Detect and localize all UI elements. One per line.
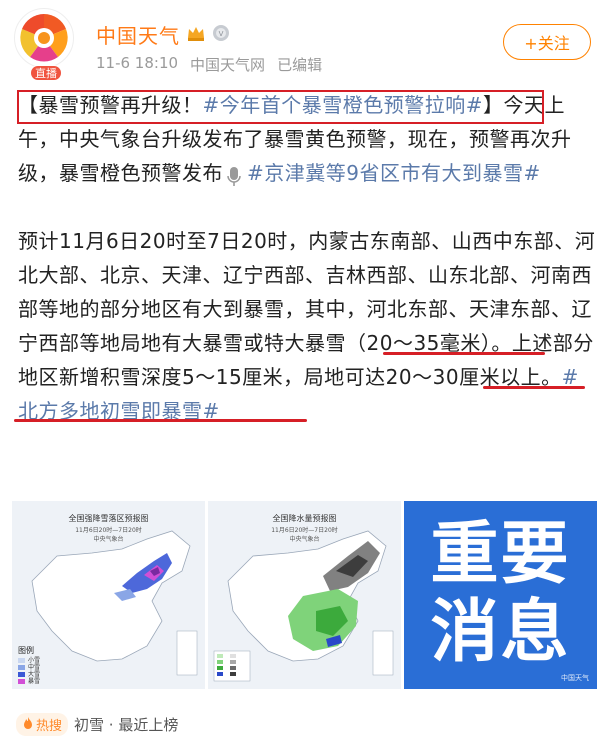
live-badge: 直播 <box>30 65 62 81</box>
legend-item: 暴雪 <box>18 678 40 685</box>
follow-button[interactable]: +关注 <box>503 24 591 60</box>
bracket-open: 【 <box>18 93 39 117</box>
card-line-1: 重要 <box>430 515 571 594</box>
topic-link-nine-provinces[interactable]: #京津冀等9省区市有大到暴雪# <box>247 161 541 185</box>
map1-subtitle: 11月6日20时—7日20时 <box>75 527 142 534</box>
svg-text:V: V <box>219 30 224 38</box>
legend-label: 小雪 <box>28 657 41 664</box>
legend-label: 中雪 <box>28 664 41 671</box>
post-paragraph-1: 【暴雪预警再升级！#今年首个暴雪橙色预警拉响#】今天上午，中央气象台升级发布了暴… <box>18 88 596 190</box>
underline-1 <box>383 352 545 355</box>
map2-subtitle: 11月6日20时—7日20时 <box>271 527 338 534</box>
post-body: 【暴雪预警再升级！#今年首个暴雪橙色预警拉响#】今天上午，中央气象台升级发布了暴… <box>18 88 596 428</box>
legend-swatch <box>18 665 25 670</box>
snowfall-forecast-map[interactable]: 全国强降雪落区预报图 11月6日20时—7日20时 中央气象台 图例 小雪 中雪… <box>12 501 205 689</box>
vip-crown-icon <box>186 24 206 46</box>
map1-title: 全国强降雪落区预报图 <box>68 514 149 523</box>
medal-icon: V <box>212 24 230 46</box>
edited-label: 已编辑 <box>277 56 323 74</box>
map1-legend-title: 图例 <box>18 646 34 655</box>
legend-item: 中雪 <box>18 664 40 671</box>
hot-search-text: 初雪 · 最近上榜 <box>74 716 179 734</box>
weather-logo-icon <box>14 8 74 68</box>
map1-legend: 小雪 中雪 大雪 暴雪 <box>18 657 40 685</box>
post-paragraph-2: 预计11月6日20时至7日20时，内蒙古东南部、山西中东部、河北大部、北京、天津… <box>18 224 596 428</box>
user-name[interactable]: 中国天气 <box>96 20 180 49</box>
precipitation-forecast-map[interactable]: 全国降水量预报图 11月6日20时—7日20时 中央气象台 <box>208 501 401 689</box>
card-watermark: 中国天气 <box>561 674 589 682</box>
hot-badge-label: 热搜 <box>36 719 63 734</box>
underline-3 <box>14 419 307 422</box>
legend-swatch <box>18 672 25 677</box>
forecast-text: 预计11月6日20时至7日20时，内蒙古东南部、山西中东部、河北大部、北京、天津… <box>18 229 596 389</box>
post-title: 暴雪预警再升级！ <box>38 93 203 117</box>
post-source: 中国天气网 <box>190 56 266 74</box>
card-line-2: 消息 <box>430 593 571 672</box>
legend-item: 小雪 <box>18 657 40 664</box>
map2-org: 中央气象台 <box>289 536 320 543</box>
map2-title: 全国降水量预报图 <box>272 514 337 523</box>
legend-swatch <box>18 679 25 684</box>
hot-search-row[interactable]: 热搜 初雪 · 最近上榜 <box>16 713 178 736</box>
legend-label: 暴雪 <box>28 678 41 685</box>
map1-org: 中央气象台 <box>93 536 124 543</box>
legend-label: 大雪 <box>28 671 41 678</box>
important-news-card[interactable]: 重要 消息 中国天气 <box>404 501 597 689</box>
microphone-icon <box>226 164 244 186</box>
avatar[interactable]: 直播 <box>14 8 78 81</box>
bracket-close: 】 <box>483 93 504 117</box>
legend-swatch <box>18 658 25 663</box>
flame-icon <box>22 716 34 734</box>
legend-item: 大雪 <box>18 671 40 678</box>
post-time: 11-6 18:10 <box>96 54 179 72</box>
topic-link-orange-warning[interactable]: #今年首个暴雪橙色预警拉响# <box>203 93 484 117</box>
underline-2 <box>483 386 585 389</box>
hot-search-badge: 热搜 <box>16 713 69 736</box>
